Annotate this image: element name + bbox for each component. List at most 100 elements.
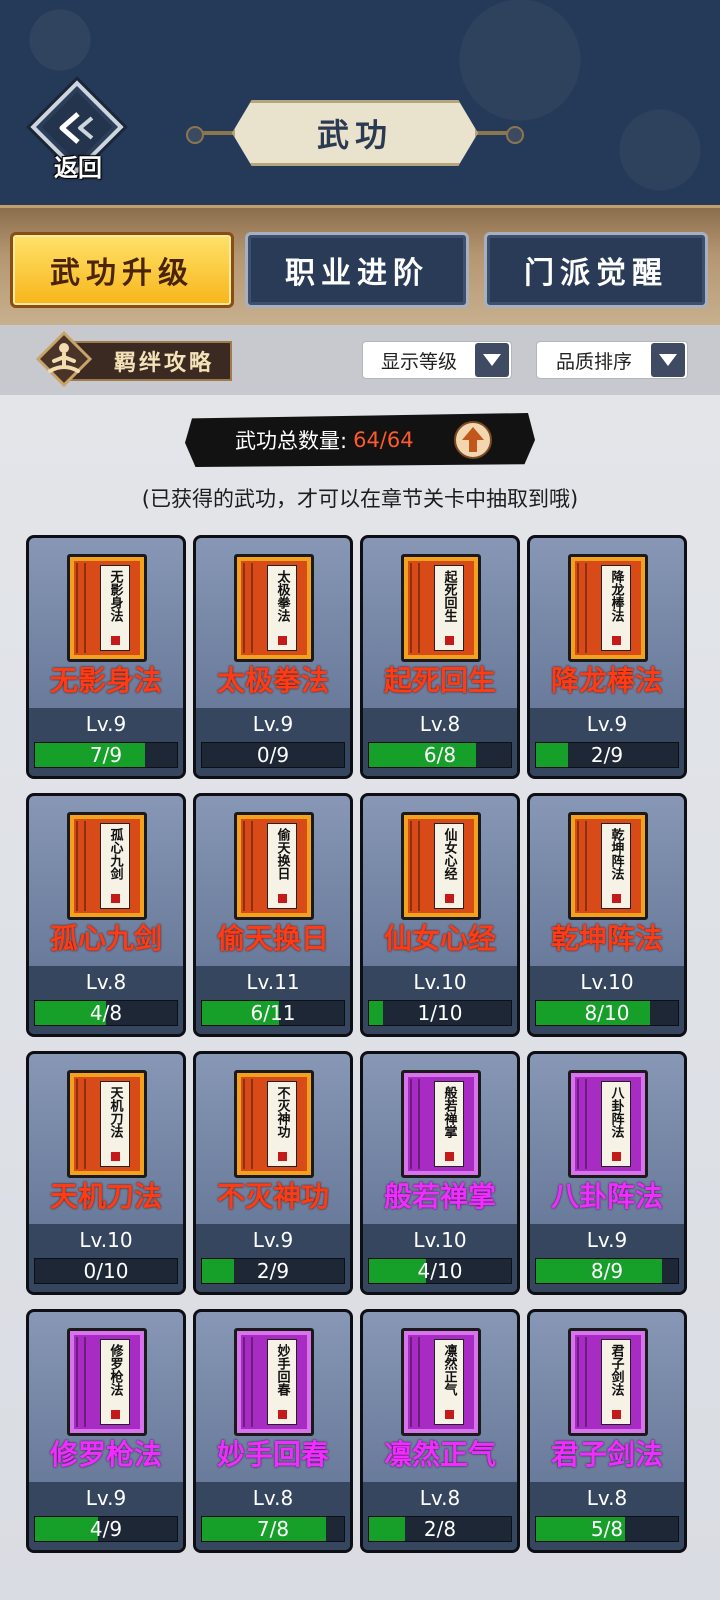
book-title-slip: 八卦阵法: [601, 1081, 631, 1167]
skill-name: 不灭神功: [216, 1180, 329, 1213]
book-title-text: 般若禅掌: [441, 1086, 457, 1138]
book-title-slip: 孤心九剑: [100, 823, 130, 909]
progress-text: 2/9: [256, 1259, 290, 1283]
skill-stats: Lv.9 4/9: [29, 1482, 183, 1550]
book-spine: [577, 1079, 587, 1169]
skill-name: 降龙棒法: [550, 664, 663, 697]
skill-card[interactable]: 乾坤阵法 乾坤阵法 Lv.10 8/10: [527, 793, 687, 1037]
skill-book-icon: 修罗枪法: [67, 1328, 147, 1436]
seal-stamp: [444, 1410, 454, 1419]
book-title-slip: 不灭神功: [267, 1081, 297, 1167]
skill-book-icon: 凛然正气: [401, 1328, 481, 1436]
skill-level: Lv.10: [413, 1228, 467, 1252]
skill-progress-bar: 2/9: [201, 1258, 345, 1284]
skill-card[interactable]: 太极拳法 太极拳法 Lv.9 0/9: [193, 535, 353, 779]
skill-card[interactable]: 不灭神功 不灭神功 Lv.9 2/9: [193, 1051, 353, 1295]
skill-card[interactable]: 君子剑法 君子剑法 Lv.8 5/8: [527, 1309, 687, 1553]
skill-name: 起死回生: [383, 664, 496, 697]
skill-card[interactable]: 偷天换日 偷天换日 Lv.11 6/11: [193, 793, 353, 1037]
skill-card[interactable]: 降龙棒法 降龙棒法 Lv.9 2/9: [527, 535, 687, 779]
skill-level: Lv.10: [413, 970, 467, 994]
skill-stats: Lv.10 0/10: [29, 1224, 183, 1292]
skill-card[interactable]: 妙手回春 妙手回春 Lv.8 7/8: [193, 1309, 353, 1553]
book-spine: [76, 563, 86, 653]
skill-level: Lv.8: [85, 970, 127, 994]
book-spine: [76, 1337, 86, 1427]
book-title-text: 君子剑法: [608, 1344, 624, 1396]
progress-text: 1/10: [417, 1001, 463, 1025]
progress-text: 2/8: [423, 1517, 457, 1541]
skill-book-icon: 孤心九剑: [67, 812, 147, 920]
skill-name: 仙女心经: [383, 922, 496, 955]
skill-card[interactable]: 天机刀法 天机刀法 Lv.10 0/10: [26, 1051, 186, 1295]
skill-progress-bar: 5/8: [535, 1516, 679, 1542]
skill-card[interactable]: 无影身法 无影身法 Lv.9 7/9: [26, 535, 186, 779]
skill-level: Lv.9: [586, 1228, 628, 1252]
skill-card[interactable]: 凛然正气 凛然正气 Lv.8 2/8: [360, 1309, 520, 1553]
skill-level: Lv.11: [246, 970, 300, 994]
skill-card[interactable]: 八卦阵法 八卦阵法 Lv.9 8/9: [527, 1051, 687, 1295]
book-title-text: 降龙棒法: [608, 570, 624, 622]
title-box: 武功: [232, 100, 478, 166]
progress-text: 4/9: [89, 1517, 123, 1541]
skill-name: 八卦阵法: [550, 1180, 663, 1213]
skill-progress-bar: 4/10: [368, 1258, 512, 1284]
skill-stats: Lv.10 8/10: [530, 966, 684, 1034]
progress-text: 7/9: [89, 743, 123, 767]
book-title-slip: 凛然正气: [434, 1339, 464, 1425]
dropdown-triangle-icon: [475, 343, 509, 377]
skill-card[interactable]: 起死回生 起死回生 Lv.8 6/8: [360, 535, 520, 779]
skill-book-icon: 妙手回春: [234, 1328, 314, 1436]
header-bar: 返回 武功: [0, 0, 720, 210]
book-spine: [410, 821, 420, 911]
back-button[interactable]: 返回: [30, 80, 126, 184]
skill-stats: Lv.10 1/10: [363, 966, 517, 1034]
skill-card[interactable]: 仙女心经 仙女心经 Lv.10 1/10: [360, 793, 520, 1037]
level-display-select[interactable]: 显示等级: [362, 341, 512, 379]
skill-stats: Lv.8 4/8: [29, 966, 183, 1034]
skill-progress-bar: 6/11: [201, 1000, 345, 1026]
skill-book-icon: 降龙棒法: [568, 554, 648, 662]
skill-card[interactable]: 孤心九剑 孤心九剑 Lv.8 4/8: [26, 793, 186, 1037]
skill-book-icon: 天机刀法: [67, 1070, 147, 1178]
seal-stamp: [277, 636, 287, 645]
book-title-slip: 偷天换日: [267, 823, 297, 909]
progress-text: 0/10: [83, 1259, 129, 1283]
progress-text: 5/8: [590, 1517, 624, 1541]
quality-sort-select[interactable]: 品质排序: [536, 341, 688, 379]
skill-stats: Lv.8 2/8: [363, 1482, 517, 1550]
seal-stamp: [110, 894, 120, 903]
skill-progress-bar: 1/10: [368, 1000, 512, 1026]
skill-book-icon: 不灭神功: [234, 1070, 314, 1178]
skill-card[interactable]: 修罗枪法 修罗枪法 Lv.9 4/9: [26, 1309, 186, 1553]
back-arrow-icon: [59, 112, 94, 144]
skill-name: 太极拳法: [216, 664, 329, 697]
upgrade-arrow-icon[interactable]: [453, 420, 493, 460]
skill-level: Lv.8: [252, 1486, 294, 1510]
page-title: 武功: [316, 116, 393, 154]
bond-guide-button[interactable]: 羁绊攻略: [36, 331, 232, 387]
skill-book-icon: 太极拳法: [234, 554, 314, 662]
filter-toolbar: 羁绊攻略 显示等级 品质排序: [0, 325, 720, 395]
skill-progress-bar: 0/9: [201, 742, 345, 768]
skill-book-icon: 起死回生: [401, 554, 481, 662]
skill-progress-bar: 7/8: [201, 1516, 345, 1542]
skill-progress-bar: 8/10: [535, 1000, 679, 1026]
skill-book-icon: 八卦阵法: [568, 1070, 648, 1178]
book-title-text: 天机刀法: [107, 1086, 123, 1138]
tab-profession-advance[interactable]: 职业进阶: [245, 232, 469, 308]
skill-stats: Lv.9 2/9: [530, 708, 684, 776]
skill-card[interactable]: 般若禅掌 般若禅掌 Lv.10 4/10: [360, 1051, 520, 1295]
book-title-slip: 般若禅掌: [434, 1081, 464, 1167]
book-title-slip: 仙女心经: [434, 823, 464, 909]
book-spine: [577, 821, 587, 911]
tab-skill-upgrade[interactable]: 武功升级: [10, 232, 234, 308]
skill-name: 乾坤阵法: [550, 922, 663, 955]
skill-progress-bar: 7/9: [34, 742, 178, 768]
seal-stamp: [277, 894, 287, 903]
book-spine: [76, 821, 86, 911]
skill-name: 凛然正气: [383, 1438, 496, 1471]
skill-name: 无影身法: [49, 664, 162, 697]
book-spine: [410, 1337, 420, 1427]
tab-sect-awaken[interactable]: 门派觉醒: [484, 232, 708, 308]
